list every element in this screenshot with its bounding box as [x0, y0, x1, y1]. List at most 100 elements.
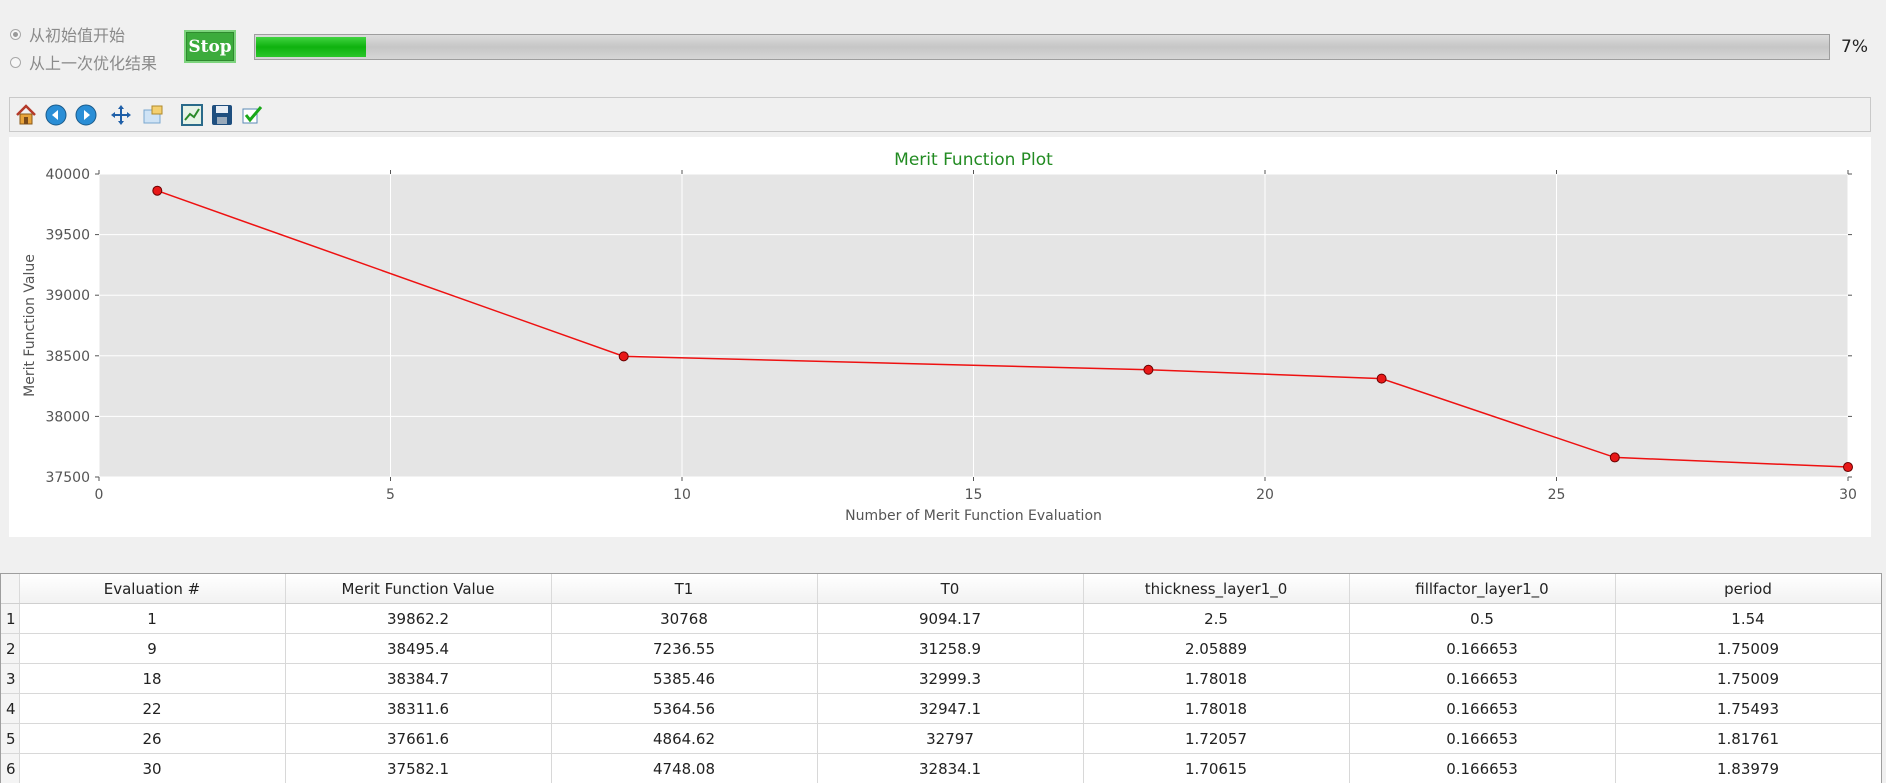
row-header[interactable]: 6 [1, 754, 19, 783]
configure-subplots-icon[interactable] [180, 103, 204, 127]
table-cell[interactable]: 4748.08 [551, 754, 817, 783]
table-cell[interactable]: 32834.1 [817, 754, 1083, 783]
table-cell[interactable]: 1.70615 [1083, 754, 1349, 783]
table-cell[interactable]: 1 [19, 604, 285, 634]
y-tick-label: 37500 [45, 470, 90, 486]
table-cell[interactable]: 1.54 [1615, 604, 1881, 634]
table-cell[interactable]: 1.75009 [1615, 664, 1881, 694]
table-cell[interactable]: 1.78018 [1083, 664, 1349, 694]
table-cell[interactable]: 18 [19, 664, 285, 694]
corner-header[interactable] [1, 574, 19, 604]
table-cell[interactable]: 32947.1 [817, 694, 1083, 724]
table-cell[interactable]: 5364.56 [551, 694, 817, 724]
table-cell[interactable]: 0.166653 [1349, 724, 1615, 754]
start-from-last-result-radio[interactable]: 从上一次优化结果 [10, 50, 157, 74]
y-tick-label: 39500 [45, 228, 90, 244]
table-cell[interactable]: 32797 [817, 724, 1083, 754]
column-header[interactable]: Evaluation # [19, 574, 285, 604]
progress-fill [256, 37, 366, 57]
column-header[interactable]: period [1615, 574, 1881, 604]
table-row[interactable]: 2938495.47236.5531258.92.058890.1666531.… [1, 634, 1881, 664]
x-tick-label: 20 [1256, 487, 1274, 503]
table-cell[interactable]: 2.05889 [1083, 634, 1349, 664]
data-point [1144, 365, 1153, 374]
optimization-controls: 从初始值开始 从上一次优化结果 Stop 7% [0, 0, 1886, 96]
row-header[interactable]: 5 [1, 724, 19, 754]
table-cell[interactable]: 37661.6 [285, 724, 551, 754]
x-tick-label: 5 [386, 487, 395, 503]
column-header[interactable]: T1 [551, 574, 817, 604]
stop-button[interactable]: Stop [184, 30, 236, 63]
merit-function-plot: 0510152025303750038000385003900039500400… [9, 137, 1871, 537]
table-cell[interactable]: 1.72057 [1083, 724, 1349, 754]
data-point [1844, 463, 1853, 472]
data-point [619, 352, 628, 361]
start-from-initial-radio[interactable]: 从初始值开始 [10, 22, 125, 46]
table-cell[interactable]: 0.166653 [1349, 664, 1615, 694]
home-icon[interactable] [14, 103, 38, 127]
table-cell[interactable]: 1.75009 [1615, 634, 1881, 664]
radio-indicator-selected[interactable] [10, 29, 21, 40]
table-cell[interactable]: 22 [19, 694, 285, 724]
y-axis-label: Merit Function Value [22, 254, 38, 397]
table-row[interactable]: 31838384.75385.4632999.31.780180.1666531… [1, 664, 1881, 694]
table-cell[interactable]: 1.81761 [1615, 724, 1881, 754]
evaluation-table: Evaluation # Merit Function Value T1 T0 … [0, 573, 1882, 783]
table-cell[interactable]: 1.83979 [1615, 754, 1881, 783]
table-row[interactable]: 52637661.64864.62327971.720570.1666531.8… [1, 724, 1881, 754]
y-tick-label: 39000 [45, 288, 90, 304]
table-cell[interactable]: 32999.3 [817, 664, 1083, 694]
row-header[interactable]: 1 [1, 604, 19, 634]
table-cell[interactable]: 0.166653 [1349, 634, 1615, 664]
column-header[interactable]: fillfactor_layer1_0 [1349, 574, 1615, 604]
back-icon[interactable] [44, 103, 68, 127]
x-tick-label: 15 [965, 487, 983, 503]
table-cell[interactable]: 0.5 [1349, 604, 1615, 634]
progress-percent-label: 7% [1841, 37, 1868, 57]
table-cell[interactable]: 30 [19, 754, 285, 783]
y-tick-label: 38000 [45, 409, 90, 425]
table-cell[interactable]: 9094.17 [817, 604, 1083, 634]
table-row[interactable]: 42238311.65364.5632947.11.780180.1666531… [1, 694, 1881, 724]
table-cell[interactable]: 38311.6 [285, 694, 551, 724]
x-tick-label: 10 [673, 487, 691, 503]
data-point [1610, 453, 1619, 462]
table-cell[interactable]: 4864.62 [551, 724, 817, 754]
table-cell[interactable]: 5385.46 [551, 664, 817, 694]
table-cell[interactable]: 7236.55 [551, 634, 817, 664]
table-cell[interactable]: 0.166653 [1349, 754, 1615, 783]
row-header[interactable]: 4 [1, 694, 19, 724]
table-cell[interactable]: 31258.9 [817, 634, 1083, 664]
row-header[interactable]: 2 [1, 634, 19, 664]
x-tick-label: 25 [1548, 487, 1566, 503]
table-cell[interactable]: 9 [19, 634, 285, 664]
table-row[interactable]: 1139862.2307689094.172.50.51.54 [1, 604, 1881, 634]
y-tick-label: 40000 [45, 167, 90, 183]
column-header[interactable]: Merit Function Value [285, 574, 551, 604]
table-cell[interactable]: 0.166653 [1349, 694, 1615, 724]
table-cell[interactable]: 26 [19, 724, 285, 754]
data-point [153, 186, 162, 195]
save-icon[interactable] [210, 103, 234, 127]
radio-indicator[interactable] [10, 57, 21, 68]
plot-toolbar [9, 97, 1871, 132]
table-cell[interactable]: 38495.4 [285, 634, 551, 664]
table-cell[interactable]: 39862.2 [285, 604, 551, 634]
y-tick-label: 38500 [45, 349, 90, 365]
column-header[interactable]: T0 [817, 574, 1083, 604]
x-tick-label: 30 [1839, 487, 1857, 503]
zoom-icon[interactable] [141, 103, 165, 127]
table-cell[interactable]: 1.75493 [1615, 694, 1881, 724]
column-header[interactable]: thickness_layer1_0 [1083, 574, 1349, 604]
table-cell[interactable]: 38384.7 [285, 664, 551, 694]
table-row[interactable]: 63037582.14748.0832834.11.706150.1666531… [1, 754, 1881, 783]
forward-icon[interactable] [74, 103, 98, 127]
table-cell[interactable]: 1.78018 [1083, 694, 1349, 724]
chart-title: Merit Function Plot [894, 150, 1053, 170]
pan-icon[interactable] [109, 103, 133, 127]
table-cell[interactable]: 37582.1 [285, 754, 551, 783]
apply-icon[interactable] [240, 103, 264, 127]
table-cell[interactable]: 30768 [551, 604, 817, 634]
table-cell[interactable]: 2.5 [1083, 604, 1349, 634]
row-header[interactable]: 3 [1, 664, 19, 694]
